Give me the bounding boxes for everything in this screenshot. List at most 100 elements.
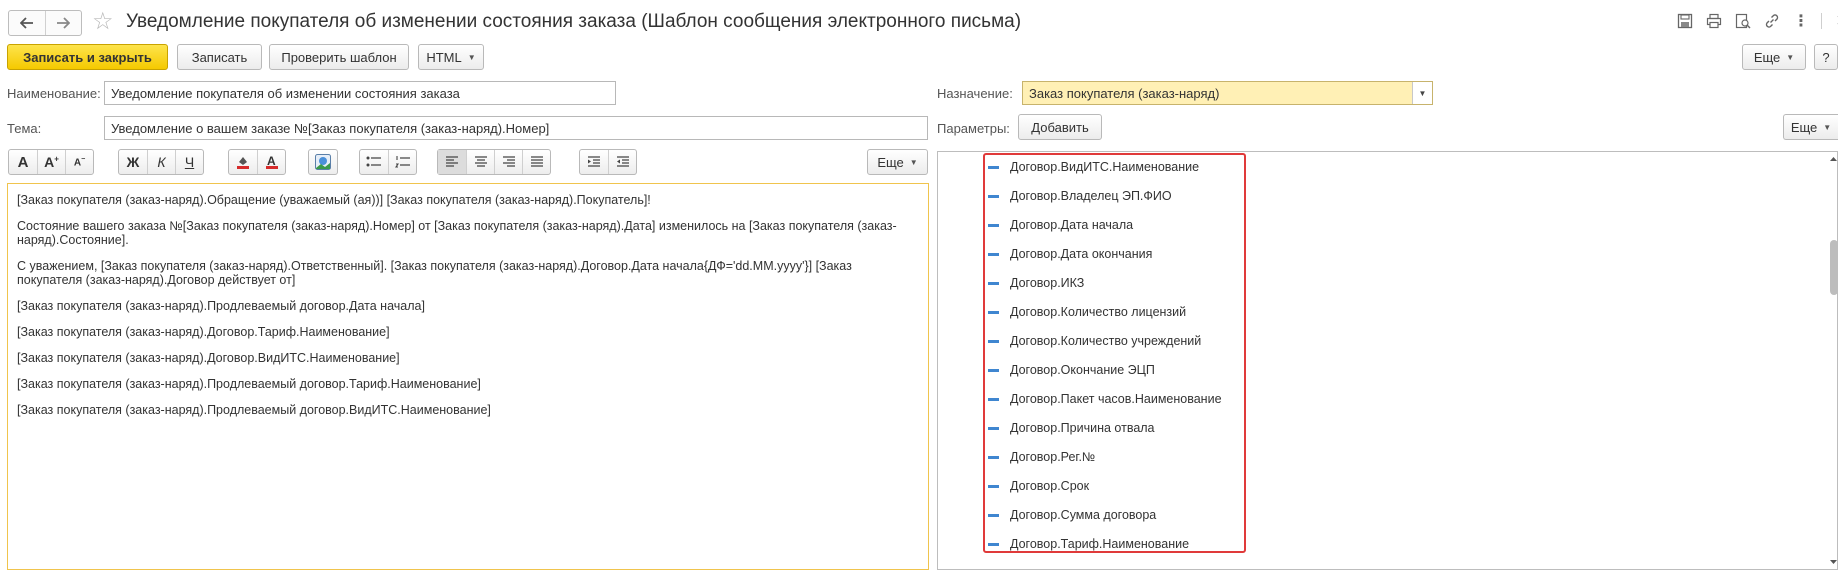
tree-item[interactable]: Договор.Сумма договора (988, 506, 1156, 524)
subject-field[interactable]: Уведомление о вашем заказе №[Заказ покуп… (104, 116, 928, 140)
format-label: HTML (426, 49, 462, 65)
underline-button[interactable]: Ч (175, 150, 203, 174)
link-icon[interactable] (1763, 12, 1781, 30)
window-title: Уведомление покупателя об изменении сост… (126, 11, 1022, 32)
tree-item-label: Договор.Причина отвала (1010, 421, 1155, 435)
save-icon[interactable] (1676, 12, 1694, 30)
params-tree: Договор.ВидИТС.Наименование Договор.Влад… (937, 151, 1838, 570)
text-color-button[interactable]: A (257, 150, 285, 174)
name-field[interactable]: Уведомление покупателя об изменении сост… (104, 81, 616, 105)
back-button[interactable] (9, 11, 45, 35)
tree-item[interactable]: Договор.Владелец ЭП.ФИО (988, 187, 1172, 205)
tree-item[interactable]: Договор.Пакет часов.Наименование (988, 390, 1222, 408)
scroll-up-icon[interactable] (1829, 155, 1838, 163)
check-template-button[interactable]: Проверить шаблон (269, 44, 409, 70)
font-a-icon: A (17, 153, 29, 171)
format-dropdown[interactable]: HTML ▼ (418, 44, 484, 70)
tree-dash-icon (988, 513, 999, 517)
indent-increase-button[interactable] (580, 150, 608, 174)
font-decrease-button[interactable]: A− (65, 150, 93, 174)
tree-item[interactable]: Договор.Дата начала (988, 216, 1133, 234)
purpose-label: Назначение: (937, 86, 1013, 101)
more-icon[interactable]: ⋮ (1792, 12, 1810, 30)
font-increase-button[interactable]: A+ (37, 150, 65, 174)
italic-button[interactable]: К (147, 150, 175, 174)
more-label: Еще (1753, 49, 1781, 65)
numbered-list-icon (394, 156, 410, 168)
text-style-group: Ж К Ч (118, 149, 204, 175)
color-group: A (228, 149, 286, 175)
font-size-group: A A+ A− (8, 149, 94, 175)
svg-text:A: A (267, 154, 276, 168)
add-param-button[interactable]: Добавить (1018, 114, 1102, 140)
scroll-down-icon[interactable] (1829, 558, 1838, 566)
indent-decrease-button[interactable] (608, 150, 636, 174)
tree-dash-icon (988, 281, 999, 285)
params-more-dropdown[interactable]: Еще ▼ (1783, 114, 1838, 140)
tree-item[interactable]: Договор.Окончание ЭЦП (988, 361, 1155, 379)
tree-item[interactable]: Договор.Количество учреждений (988, 332, 1201, 350)
tree-item[interactable]: Договор.Количество лицензий (988, 303, 1186, 321)
caret-down-icon: ▼ (1418, 88, 1427, 98)
tree-item[interactable]: Договор.ИКЗ (988, 274, 1084, 292)
tree-item[interactable]: Договор.Тариф.Наименование (988, 535, 1189, 553)
insert-image-button[interactable] (309, 150, 337, 174)
tree-dash-icon (988, 368, 999, 372)
editor-line: С уважением, [Заказ покупателя (заказ-на… (17, 259, 852, 287)
tree-dash-icon (988, 339, 999, 343)
params-label: Параметры: (937, 121, 1010, 136)
font-decrease-icon: A− (73, 155, 86, 169)
tree-item[interactable]: Договор.ВидИТС.Наименование (988, 158, 1199, 176)
editor-line: [Заказ покупателя (заказ-наряд).Продлева… (17, 299, 425, 313)
editor-line: [Заказ покупателя (заказ-наряд).Продлева… (17, 377, 481, 391)
font-button[interactable]: A (9, 150, 37, 174)
purpose-dropdown-button[interactable]: ▼ (1412, 82, 1432, 104)
params-more-label: Еще (1790, 119, 1818, 135)
save-close-button[interactable]: Записать и закрыть (7, 44, 168, 70)
font-increase-icon: A+ (44, 154, 59, 170)
scrollbar-thumb[interactable] (1830, 240, 1838, 295)
subject-label: Тема: (7, 121, 42, 136)
tree-item[interactable]: Договор.Срок (988, 477, 1089, 495)
bold-icon: Ж (126, 154, 140, 170)
tree-item-label: Договор.Количество учреждений (1010, 334, 1202, 348)
tree-dash-icon (988, 310, 999, 314)
bg-color-button[interactable] (229, 150, 257, 174)
list-group (359, 149, 417, 175)
purpose-field[interactable]: Заказ покупателя (заказ-наряд) ▼ (1022, 81, 1433, 105)
template-editor[interactable]: [Заказ покупателя (заказ-наряд).Обращени… (7, 183, 929, 570)
editor-more-dropdown[interactable]: Еще ▼ (867, 149, 928, 175)
help-button[interactable]: ? (1814, 44, 1838, 70)
tree-dash-icon (988, 252, 999, 256)
caret-down-icon: ▼ (1823, 122, 1832, 132)
more-dropdown[interactable]: Еще ▼ (1742, 44, 1806, 70)
tree-item-label: Договор.Сумма договора (1010, 508, 1157, 522)
tree-item-label: Договор.ИКЗ (1010, 276, 1085, 290)
align-justify-button[interactable] (522, 150, 550, 174)
bold-button[interactable]: Ж (119, 150, 147, 174)
indent-increase-icon (588, 156, 600, 167)
tree-item-label: Договор.ВидИТС.Наименование (1010, 160, 1200, 174)
favorite-star-icon[interactable]: ☆ (92, 9, 114, 35)
bullet-list-button[interactable] (360, 150, 388, 174)
align-center-button[interactable] (466, 150, 494, 174)
tree-item[interactable]: Договор.Рег.№ (988, 448, 1095, 466)
forward-button[interactable] (44, 11, 82, 35)
save-button[interactable]: Записать (177, 44, 262, 70)
align-right-button[interactable] (494, 150, 522, 174)
close-icon[interactable]: × (1833, 10, 1838, 32)
tree-item[interactable]: Договор.Дата окончания (988, 245, 1152, 263)
preview-icon[interactable] (1734, 12, 1752, 30)
bullet-list-icon (366, 156, 381, 167)
tree-scrollbar[interactable] (1829, 153, 1838, 568)
tree-item[interactable]: Договор.Причина отвала (988, 419, 1155, 437)
numbered-list-button[interactable] (388, 150, 416, 174)
arrow-left-icon (19, 17, 33, 29)
purpose-value: Заказ покупателя (заказ-наряд) (1029, 85, 1220, 101)
tree-item-label: Договор.Окончание ЭЦП (1010, 363, 1155, 377)
align-left-button[interactable] (438, 150, 466, 174)
editor-line: Состояние вашего заказа №[Заказ покупате… (17, 219, 897, 247)
tree-item-label: Договор.Пакет часов.Наименование (1010, 392, 1222, 406)
indent-group (579, 149, 637, 175)
print-icon[interactable] (1705, 12, 1723, 30)
